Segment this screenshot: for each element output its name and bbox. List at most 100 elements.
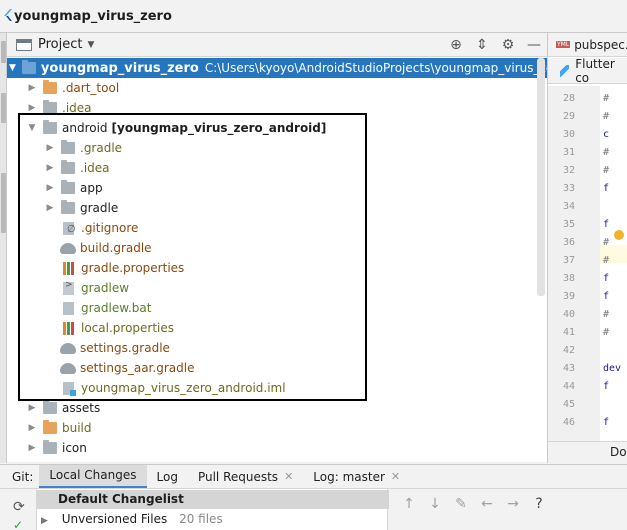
project-panel-header: Project ▼ ⊕ ⇕ ⚙ —	[7, 33, 547, 57]
expand-arrow-icon[interactable]: ▼	[9, 63, 16, 73]
tree-row[interactable]: build.gradle	[7, 238, 547, 258]
tree-row[interactable]: ▶ .dart_tool	[7, 78, 547, 98]
project-tool-tab[interactable]	[1, 41, 6, 63]
collapsed-arrow-icon[interactable]: ▶	[41, 516, 48, 526]
left-tool-strip[interactable]	[0, 33, 7, 463]
tree-row[interactable]: gradlew.bat	[7, 298, 547, 318]
refresh-icon[interactable]: ⟳	[13, 499, 25, 515]
collapse-icon[interactable]: ⇕	[469, 37, 495, 53]
tree-scrollbar[interactable]	[537, 58, 545, 296]
code-line[interactable]: #	[603, 309, 609, 320]
line-number: 45	[562, 399, 576, 410]
tree-row[interactable]: settings.gradle	[7, 338, 547, 358]
help-icon[interactable]: ?	[526, 496, 552, 512]
code-line[interactable]: f	[603, 273, 609, 284]
tree-row[interactable]: ▶ .gradle	[7, 138, 547, 158]
project-view-label[interactable]: Project	[38, 37, 82, 52]
code-line[interactable]: c	[603, 129, 609, 140]
line-number: 44	[562, 381, 576, 392]
tree-row[interactable]: ▶ build	[7, 418, 547, 438]
commit-tool-tab[interactable]	[1, 93, 6, 123]
code-line[interactable]: #	[603, 147, 609, 158]
tree-row-root[interactable]: ▼ youngmap_virus_zero C:\Users\kyoyo\And…	[7, 58, 547, 78]
tab-pubspec[interactable]: YML pubspec.y	[548, 33, 627, 57]
changelist-header[interactable]: Default Changelist	[37, 490, 389, 509]
tree-item-label: gradle	[80, 201, 119, 215]
tree-item-label: assets	[62, 401, 101, 415]
arrow-up-icon[interactable]: ↑	[396, 496, 422, 512]
collapsed-arrow-icon[interactable]: ▶	[45, 143, 55, 153]
tree-row[interactable]: ▶ .idea	[7, 98, 547, 118]
code-line[interactable]: #	[603, 111, 609, 122]
tree-row[interactable]: ▶ gradle	[7, 198, 547, 218]
tree-row[interactable]: ▶ app	[7, 178, 547, 198]
code-line[interactable]: #	[603, 255, 609, 266]
collapsed-arrow-icon[interactable]: ▶	[45, 183, 55, 193]
tab-log[interactable]: Log	[147, 465, 188, 489]
code-line[interactable]: #	[603, 93, 609, 104]
close-icon[interactable]: ✕	[284, 470, 293, 483]
code-line[interactable]: f	[603, 381, 609, 392]
collapsed-arrow-icon[interactable]: ▶	[45, 203, 55, 213]
code-line[interactable]: f	[603, 291, 609, 302]
line-number: 46	[562, 417, 576, 428]
line-number: 28	[562, 93, 576, 104]
folder-icon	[61, 140, 75, 154]
tab-local-changes[interactable]: Local Changes	[39, 464, 147, 489]
close-icon[interactable]: ✕	[391, 470, 400, 483]
tree-row-android[interactable]: ▼ android [youngmap_virus_zero_android]	[7, 118, 547, 138]
collapsed-arrow-icon[interactable]: ▶	[27, 83, 37, 93]
tree-row[interactable]: ▶ icon	[7, 438, 547, 458]
tree-row[interactable]: ▶ .idea	[7, 158, 547, 178]
gradle-elephant-icon	[60, 342, 76, 354]
arrow-right-icon[interactable]: →	[500, 496, 526, 512]
collapsed-arrow-icon[interactable]: ▶	[27, 423, 37, 433]
project-panel-tools: ⊕ ⇕ ⚙ —	[443, 33, 547, 57]
resource-tool-tab[interactable]	[1, 173, 6, 233]
tree-row[interactable]: local.properties	[7, 318, 547, 338]
folder-icon	[43, 400, 57, 414]
tree-row[interactable]: gradle.properties	[7, 258, 547, 278]
code-line[interactable]: #	[603, 327, 609, 338]
arrow-left-icon[interactable]: ←	[474, 496, 500, 512]
code-line[interactable]: #	[603, 237, 609, 248]
project-tree[interactable]: ▼ youngmap_virus_zero C:\Users\kyoyo\And…	[7, 58, 547, 462]
collapsed-arrow-icon[interactable]: ▶	[27, 443, 37, 453]
line-number: 37	[562, 255, 576, 266]
edit-icon[interactable]: ✎	[448, 496, 474, 512]
collapsed-arrow-icon[interactable]: ▶	[27, 103, 37, 113]
code-line[interactable]: f	[603, 219, 609, 230]
tree-row[interactable]: gradlew	[7, 278, 547, 298]
lightbulb-icon[interactable]	[614, 230, 624, 240]
idea-folder-icon	[61, 160, 75, 174]
chevron-down-icon[interactable]: ▼	[87, 40, 94, 50]
commit-check-icon[interactable]: ✓	[13, 518, 23, 530]
collapsed-arrow-icon[interactable]: ▶	[27, 403, 37, 413]
target-icon[interactable]: ⊕	[443, 37, 469, 53]
gear-icon[interactable]: ⚙	[495, 37, 521, 53]
flutter-logo-icon	[4, 9, 12, 21]
arrow-down-icon[interactable]: ↓	[422, 496, 448, 512]
properties-file-icon	[63, 321, 74, 335]
tree-row[interactable]: settings_aar.gradle	[7, 358, 547, 378]
collapsed-arrow-icon[interactable]: ▶	[45, 163, 55, 173]
tree-row[interactable]: youngmap_virus_zero_android.iml	[7, 378, 547, 398]
tab-flutter-commands[interactable]: Flutter co	[548, 57, 627, 85]
minimize-icon[interactable]: —	[521, 37, 547, 53]
unversioned-files-row[interactable]: ▶ Unversioned Files 20 files	[37, 510, 223, 529]
changelist-view[interactable]: Default Changelist ▶ Unversioned Files 2…	[36, 489, 389, 530]
tree-row[interactable]: ▶ assets	[7, 398, 547, 418]
tab-pull-requests[interactable]: Pull Requests ✕	[188, 465, 303, 489]
project-view-icon	[16, 38, 32, 51]
line-number: 43	[562, 363, 576, 374]
tab-log-master[interactable]: Log: master ✕	[303, 465, 410, 489]
code-line[interactable]: f	[603, 183, 609, 194]
line-number: 41	[562, 327, 576, 338]
code-line[interactable]: dev	[603, 363, 621, 374]
tree-row[interactable]: .gitignore	[7, 218, 547, 238]
code-line[interactable]: #	[603, 165, 609, 176]
tree-item-label: gradle.properties	[81, 261, 185, 275]
unversioned-label: Unversioned Files	[61, 512, 168, 526]
expand-arrow-icon[interactable]: ▼	[27, 123, 37, 133]
code-line[interactable]: f	[603, 417, 609, 428]
